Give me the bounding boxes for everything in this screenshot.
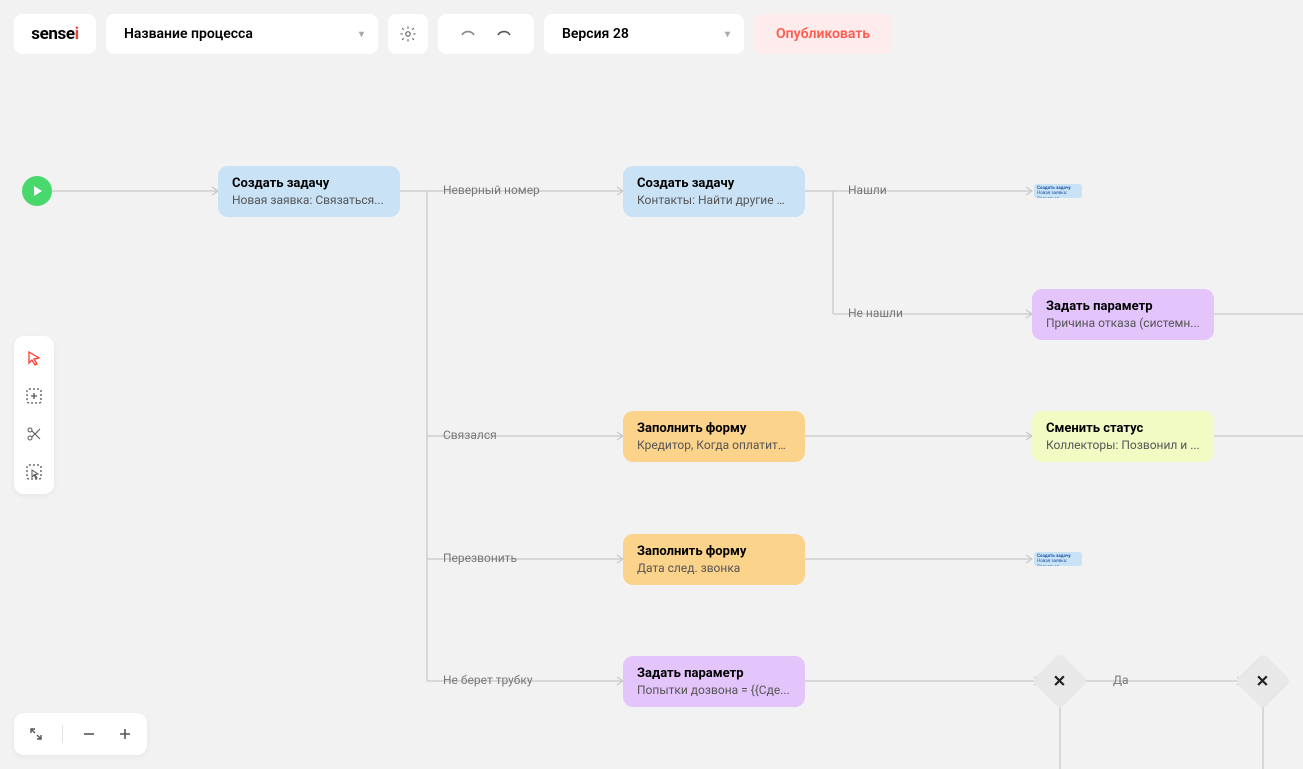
node-title: Задать параметр [1046,299,1200,314]
start-node[interactable] [22,176,52,206]
node-mini-a[interactable]: Создать задачу Новая заявка: Связаться..… [1034,184,1082,198]
branch-label-callback: Перезвонить [443,551,517,565]
close-icon: ✕ [1256,672,1269,691]
node-set-param-reason[interactable]: Задать параметр Причина отказа (системн.… [1032,289,1214,340]
node-fill-form-creditor[interactable]: Заполнить форму Кредитор, Когда оплатит?… [623,411,805,462]
node-subtitle: Кредитор, Когда оплатит?... [637,438,791,452]
branch-label-contacted: Связался [443,428,497,442]
node-subtitle: Контакты: Найти другие к... [637,193,791,207]
branch-label-yes: Да [1113,673,1129,687]
node-title: Задать параметр [637,666,791,681]
node-change-status[interactable]: Сменить статус Коллекторы: Позвонил и ..… [1032,411,1214,462]
play-icon [31,185,43,197]
node-subtitle: Коллекторы: Позвонил и ... [1046,438,1200,452]
node-subtitle: Новая заявка: Связаться... [232,193,386,207]
node-title: Заполнить форму [637,544,791,559]
close-icon: ✕ [1053,672,1066,691]
node-title: Создать задачу [637,176,791,191]
branch-label-found: Нашли [848,183,887,197]
node-subtitle: Дата след. звонка [637,561,791,575]
node-fill-form-next-call[interactable]: Заполнить форму Дата след. звонка [623,534,805,585]
node-mini-b[interactable]: Создать задачу Новая заявка: Связаться..… [1034,552,1082,566]
decision-node-1[interactable]: ✕ [1032,653,1089,710]
decision-node-2[interactable]: ✕ [1235,653,1292,710]
node-subtitle: Новая заявка: Связаться... [1037,191,1079,198]
node-title: Сменить статус [1046,421,1200,436]
node-set-param-attempts[interactable]: Задать параметр Попытки дозвона = {{Сде.… [623,656,805,707]
branch-label-wrong-number: Неверный номер [443,183,540,197]
node-create-task-1[interactable]: Создать задачу Новая заявка: Связаться..… [218,166,400,217]
node-subtitle: Причина отказа (системн... [1046,316,1200,330]
branch-label-no-answer: Не берет трубку [443,673,533,687]
node-subtitle: Попытки дозвона = {{Сде... [637,683,791,697]
node-create-task-2[interactable]: Создать задачу Контакты: Найти другие к.… [623,166,805,217]
node-title: Заполнить форму [637,421,791,436]
node-subtitle: Новая заявка: Связаться... [1037,559,1079,566]
node-title: Создать задачу [232,176,386,191]
branch-label-not-found: Не нашли [848,306,903,320]
flow-canvas[interactable]: Создать задачу Новая заявка: Связаться..… [0,0,1303,769]
